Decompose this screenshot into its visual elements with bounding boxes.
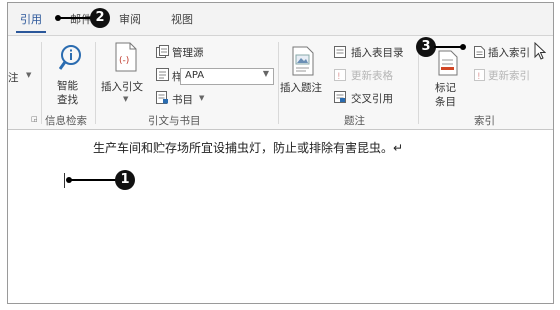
citation-style-select[interactable]: APA ▼ (180, 68, 274, 85)
svg-text:!: ! (337, 72, 341, 81)
update-table-label: 更新表格 (351, 70, 393, 82)
dialog-launcher-icon[interactable]: ◲ (31, 115, 38, 123)
mark-entry-label-1: 标记 (435, 82, 456, 94)
insert-table-of-figures-label: 插入表目录 (351, 47, 404, 59)
callout-2-line (58, 17, 92, 19)
word-window: 引用 邮件 审阅 视图 注 ▼ 智能 查找 ◲ 信息检索 (-) 插入引文 ▼ … (7, 2, 554, 304)
tab-mailings[interactable]: 邮件 (70, 11, 92, 27)
insert-index-icon (474, 46, 485, 58)
tab-references[interactable]: 引用 (20, 11, 42, 27)
callout-3-line (434, 46, 462, 48)
mark-entry-icon (438, 50, 458, 76)
citation-style-value: APA (185, 70, 205, 81)
chevron-down-icon: ▼ (262, 69, 269, 78)
update-index-label: 更新索引 (488, 70, 530, 82)
insert-index-label: 插入索引 (488, 47, 530, 59)
smart-lookup-icon (59, 45, 81, 70)
chevron-down-icon: ▼ (199, 94, 205, 102)
group-label-research: 信息检索 (45, 115, 87, 127)
insert-caption-icon (292, 46, 314, 76)
tab-view[interactable]: 视图 (171, 11, 193, 27)
update-table-icon: ! (334, 69, 346, 81)
group-label-captions: 题注 (344, 115, 365, 127)
table-of-figures-icon (334, 46, 346, 58)
callout-badge-3: 3 (416, 37, 436, 57)
group-label-index: 索引 (474, 115, 495, 127)
active-tab-underline (16, 31, 46, 33)
insert-citation-icon: (-) (115, 42, 137, 72)
insert-caption-label: 插入题注 (280, 82, 322, 94)
tab-review[interactable]: 审阅 (119, 11, 141, 27)
chevron-down-icon: ▼ (123, 95, 129, 103)
mark-entry-label-2: 条目 (435, 96, 456, 108)
callout-badge-2: 2 (90, 8, 110, 28)
svg-text:(-): (-) (119, 56, 129, 66)
callout-3-dot (460, 44, 466, 50)
document-paragraph[interactable]: 生产车间和贮存场所宜设捕虫灯，防止或排除有害昆虫。↵ (93, 139, 403, 156)
callout-badge-1: 1 (115, 170, 135, 190)
group-separator (278, 42, 279, 124)
smart-lookup-label-1: 智能 (57, 80, 78, 92)
svg-text:!: ! (477, 72, 481, 81)
smart-lookup-label-2: 查找 (57, 94, 78, 106)
text-cursor (64, 173, 65, 188)
manage-sources-icon (156, 45, 169, 58)
bibliography-label: 书目 (172, 94, 193, 106)
update-index-icon: ! (474, 69, 485, 81)
manage-sources-label: 管理源 (172, 47, 204, 59)
ribbon-panel: 注 ▼ 智能 查找 ◲ 信息检索 (-) 插入引文 ▼ 管理源 APA ▼ 书目… (8, 36, 553, 130)
insert-citation-label: 插入引文 (101, 81, 143, 93)
bibliography-icon (156, 91, 168, 104)
callout-1-line (69, 179, 117, 181)
chevron-down-icon: ▼ (26, 71, 32, 79)
cross-reference-icon (334, 91, 346, 103)
group-separator (95, 42, 96, 124)
style-icon (156, 68, 169, 81)
footnote-group-fragment[interactable]: 注 (8, 70, 19, 85)
cross-reference-label: 交叉引用 (351, 93, 393, 105)
group-separator (41, 42, 42, 124)
group-label-citations: 引文与书目 (148, 115, 201, 127)
mouse-pointer-icon (534, 42, 546, 60)
